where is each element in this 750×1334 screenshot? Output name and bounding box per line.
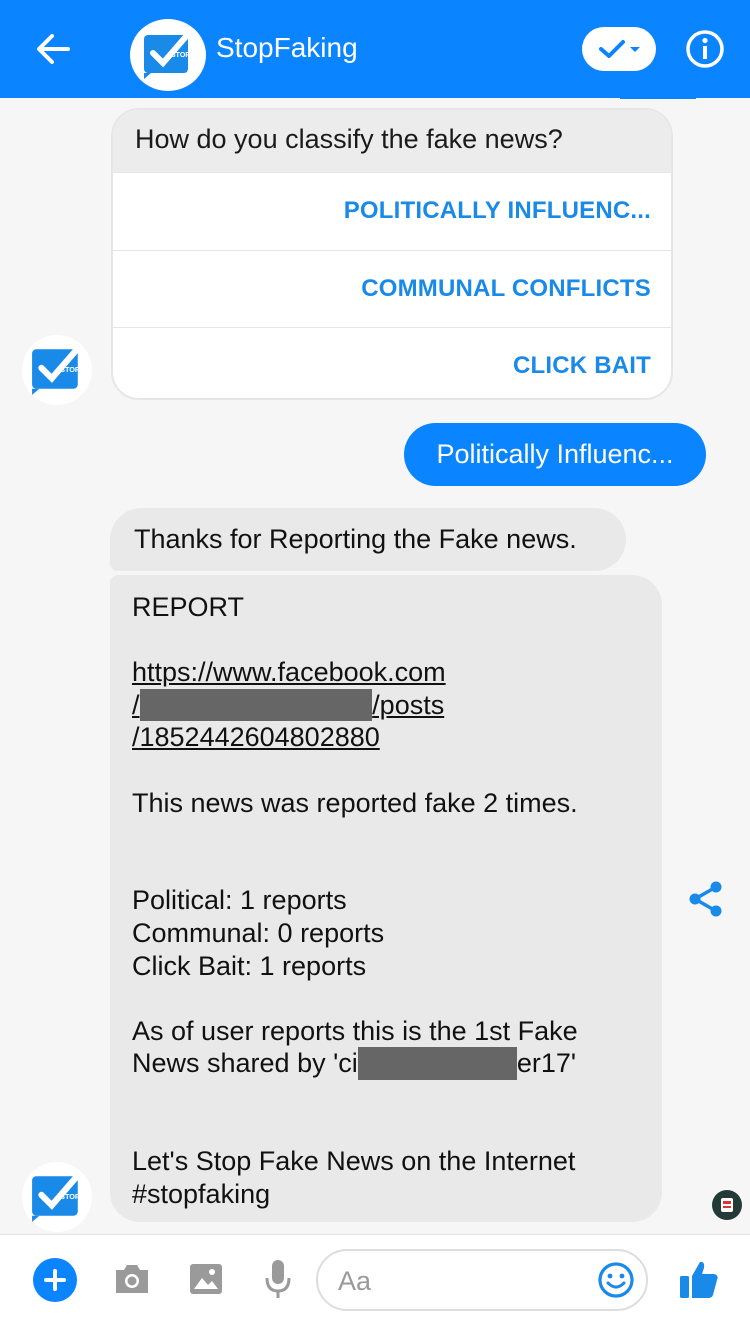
logo-text: STOP — [171, 52, 190, 59]
bot-avatar[interactable]: STOP — [130, 19, 206, 91]
redacted-username: cinematographer17 — [139, 688, 373, 722]
user-message-bubble[interactable]: Politically Influenc... — [404, 423, 706, 486]
gallery-icon[interactable] — [184, 1257, 228, 1301]
chevron-down-icon — [630, 47, 640, 52]
plus-icon[interactable] — [33, 1258, 77, 1302]
seen-receipt-avatar — [712, 1190, 742, 1220]
message-input[interactable] — [338, 1261, 588, 1301]
stopfaking-logo-icon: STOP — [144, 30, 192, 79]
report-link[interactable]: https://www.facebook.com — [132, 656, 642, 689]
redacted-username-2: nematograph — [357, 1047, 517, 1080]
report-click-bait-count: Click Bait: 1 reports — [132, 950, 367, 981]
thumbs-up-icon[interactable] — [676, 1255, 722, 1303]
message-input-wrapper — [316, 1249, 648, 1311]
camera-icon[interactable] — [110, 1257, 154, 1301]
back-arrow-icon[interactable] — [28, 25, 76, 73]
report-url-line3: /1852442604802880 — [132, 722, 380, 753]
quick-reply-click-bait[interactable]: CLICK BAIT — [113, 327, 671, 398]
quick-reply-question: How do you classify the fake news? — [113, 110, 671, 172]
report-political-count: Political: 1 reports — [132, 885, 347, 916]
bot-thanks-text: Thanks for Reporting the Fake news. — [134, 524, 577, 554]
stopfaking-logo-icon: STOP — [32, 1171, 82, 1222]
report-communal-count: Communal: 0 reports — [132, 917, 385, 948]
report-url-line2-prefix: / — [132, 689, 140, 720]
bot-message-bubble[interactable]: Thanks for Reporting the Fake news. — [110, 508, 626, 571]
report-as-of-prefix: News shared by 'ci — [132, 1048, 358, 1079]
quick-reply-politically-influenced[interactable]: POLITICALLY INFLUENC... — [113, 172, 671, 250]
report-as-of-line2: News shared by 'cinematographer17' — [132, 1047, 642, 1080]
report-as-of-suffix: er17' — [516, 1048, 577, 1079]
report-link-line2[interactable]: /cinematographer17/posts — [132, 688, 642, 722]
report-url-line2-suffix: /posts — [372, 689, 445, 720]
report-url-line1: https://www.facebook.com — [132, 657, 446, 688]
report-message-bubble[interactable]: REPORT https://www.facebook.com /cinemat… — [110, 575, 662, 1222]
stopfaking-logo-icon: STOP — [32, 344, 82, 395]
report-footer-line1: Let's Stop Fake News on the Internet — [132, 1146, 576, 1177]
bot-message-avatar: STOP — [22, 335, 92, 405]
report-link-line3[interactable]: /1852442604802880 — [132, 721, 642, 754]
report-as-of-line1: As of user reports this is the 1st Fake — [132, 1015, 578, 1046]
info-icon[interactable] — [684, 28, 726, 70]
checkmark-icon — [599, 40, 625, 58]
share-icon[interactable] — [686, 879, 726, 919]
chat-header: STOP StopFaking — [0, 0, 750, 98]
emoji-icon[interactable] — [596, 1260, 636, 1300]
bot-message-avatar: STOP — [22, 1162, 92, 1232]
logo-text: STOP — [60, 1192, 80, 1201]
report-summary: This news was reported fake 2 times. — [132, 787, 578, 818]
logo-text: STOP — [60, 365, 80, 374]
quick-reply-communal-conflicts[interactable]: COMMUNAL CONFLICTS — [113, 249, 671, 328]
message-composer — [0, 1234, 750, 1334]
checkmark-menu-button[interactable] — [582, 27, 656, 71]
chat-title: StopFaking — [216, 32, 358, 63]
microphone-icon[interactable] — [256, 1255, 300, 1303]
header-indicator — [620, 96, 696, 99]
reader-avatar-icon — [721, 1198, 733, 1212]
quick-reply-card: How do you classify the fake news? POLIT… — [111, 108, 673, 400]
report-hashtag: #stopfaking — [132, 1178, 271, 1209]
report-heading: REPORT — [132, 592, 245, 622]
user-message-text: Politically Influenc... — [436, 439, 674, 469]
